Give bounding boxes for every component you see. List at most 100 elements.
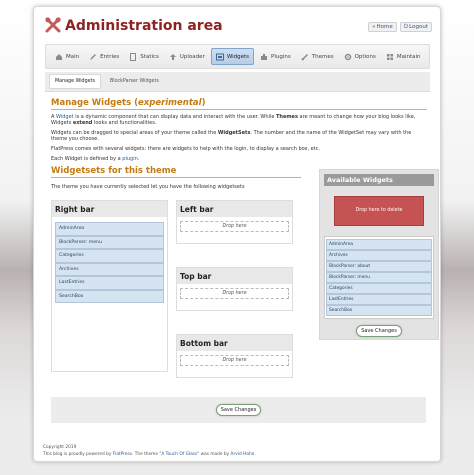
- main-content: Manage Widgets (experimental) A Widget i…: [51, 94, 439, 378]
- widget-item[interactable]: Archives: [55, 262, 164, 276]
- brush-icon: [301, 53, 308, 60]
- available-widget-item[interactable]: Categories: [326, 283, 432, 294]
- nav-options[interactable]: Options: [340, 48, 380, 65]
- p1-d: looks and functionalities.: [92, 120, 157, 126]
- nav-statics[interactable]: Statics: [125, 48, 163, 65]
- bottom-bar-title: Bottom bar: [177, 335, 292, 351]
- right-bar-widgetset: Right bar AdminArea BlockParser: menu Ca…: [51, 200, 168, 372]
- nav-uploader[interactable]: Uploader: [165, 48, 209, 65]
- p4-b: .: [137, 156, 140, 162]
- theme-link[interactable]: A Touch Of Glass: [161, 452, 197, 457]
- nav-uploader-label: Uploader: [179, 53, 205, 60]
- nav-statics-label: Statics: [140, 53, 159, 60]
- flatpress-link[interactable]: FlatPress: [113, 452, 132, 457]
- heading-end: ): [201, 98, 206, 108]
- available-save-wrap: Save Changes: [320, 325, 438, 337]
- nav-plugins[interactable]: Plugins: [256, 48, 295, 65]
- p1-bold2: extend: [72, 120, 93, 126]
- house-icon: [56, 53, 62, 60]
- left-bar-drop-zone[interactable]: Drop here: [180, 221, 289, 232]
- footer: Copyright 2019 This blog is proudly powe…: [43, 444, 256, 458]
- footer-c: " was made by: [197, 452, 231, 457]
- widget-item[interactable]: AdminArea: [55, 222, 164, 236]
- widgetsets-heading: Widgetsets for this theme: [51, 166, 301, 178]
- available-widgets-panel: Available Widgets Drop here to delete Ad…: [319, 169, 439, 340]
- nav-main-label: Main: [66, 53, 80, 60]
- p4-a: Each Widget is defined by a: [51, 156, 123, 162]
- nav-widgets[interactable]: Widgets: [210, 48, 255, 65]
- bottom-bar-drop-zone[interactable]: Drop here: [180, 355, 289, 366]
- tab-manage-widgets[interactable]: Manage Widgets: [49, 74, 101, 89]
- nav-themes-label: Themes: [311, 53, 334, 60]
- widget-item[interactable]: Categories: [55, 249, 164, 263]
- nav-themes[interactable]: Themes: [297, 48, 338, 65]
- nav-main[interactable]: Main: [51, 48, 83, 65]
- bottom-bar-widgetset: Bottom bar Drop here: [176, 334, 293, 378]
- nav-entries[interactable]: Entries: [85, 48, 123, 65]
- puzzle-icon: [261, 53, 268, 60]
- p1-bold1: Themes: [275, 114, 298, 120]
- save-changes-button[interactable]: Save Changes: [215, 404, 262, 416]
- footer-a: This blog is proudly powered by: [43, 452, 113, 457]
- nav-maintain[interactable]: Maintain: [382, 48, 425, 65]
- footer-d: .: [254, 452, 256, 457]
- nav-entries-label: Entries: [100, 53, 120, 60]
- intro-paragraph-1: A Widget is a dynamic component that can…: [51, 114, 427, 126]
- heading-em: experimental: [137, 98, 202, 108]
- copyright: Copyright 2019: [43, 445, 77, 450]
- home-arrows-icon: «: [372, 24, 376, 30]
- top-bar-drop-zone[interactable]: Drop here: [180, 288, 289, 299]
- main-nav: Main Entries Statics Uploader Widgets Pl…: [45, 44, 430, 69]
- right-bar-title: Right bar: [52, 201, 167, 217]
- footer-b: . The theme ": [132, 452, 162, 457]
- nav-plugins-label: Plugins: [271, 53, 291, 60]
- page-container: Administration area « Home ⏻ Logout Main…: [33, 6, 441, 462]
- manage-widgets-heading: Manage Widgets (experimental): [51, 98, 427, 110]
- save-changes-button-available[interactable]: Save Changes: [356, 325, 402, 337]
- power-icon: ⏻: [403, 23, 409, 30]
- top-links: « Home ⏻ Logout: [368, 22, 432, 32]
- home-label: Home: [376, 24, 393, 30]
- right-bar-list: AdminArea BlockParser: menu Categories A…: [52, 217, 167, 306]
- heading-text: Manage Widgets (: [51, 98, 138, 108]
- home-link[interactable]: « Home: [368, 22, 397, 32]
- tools-logo-icon: [45, 17, 61, 33]
- header: Administration area « Home ⏻ Logout: [34, 7, 440, 43]
- powered-by: This blog is proudly powered by FlatPres…: [43, 451, 256, 458]
- intro-paragraph-3: FlatPress comes with several widgets: th…: [51, 146, 321, 152]
- available-widgets-list: AdminArea Archives BlockParser: about Bl…: [324, 236, 434, 319]
- page-icon: [130, 52, 137, 61]
- site-title: Administration area: [65, 18, 223, 34]
- nav-widgets-label: Widgets: [226, 53, 250, 60]
- available-widget-item[interactable]: SearchBox: [326, 305, 432, 316]
- sub-nav: Manage Widgets BlockParser Widgets: [45, 72, 430, 92]
- logout-link[interactable]: ⏻ Logout: [399, 22, 432, 32]
- left-bar-title: Left bar: [177, 201, 292, 217]
- available-widgets-title: Available Widgets: [324, 174, 434, 186]
- widget-item[interactable]: SearchBox: [55, 289, 164, 303]
- author-link[interactable]: Arvid Hahn: [231, 452, 255, 457]
- left-bar-widgetset: Left bar Drop here: [176, 200, 293, 244]
- tab-blockparser-widgets[interactable]: BlockParser Widgets: [105, 75, 164, 88]
- widget-item[interactable]: LastEntries: [55, 276, 164, 290]
- available-widget-item[interactable]: BlockParser: about: [326, 261, 432, 272]
- nav-options-label: Options: [354, 53, 376, 60]
- available-widget-item[interactable]: BlockParser: menu: [326, 272, 432, 283]
- upload-icon: [169, 53, 176, 60]
- available-widget-item[interactable]: Archives: [326, 250, 432, 261]
- gear-icon: [344, 53, 351, 60]
- delete-drop-zone[interactable]: Drop here to delete: [334, 196, 424, 226]
- grid-icon: [386, 53, 393, 60]
- pencil-icon: [90, 53, 97, 60]
- widgets-icon: [215, 53, 224, 60]
- available-widget-item[interactable]: LastEntries: [326, 294, 432, 305]
- p2-bold: WidgetSets: [217, 130, 251, 136]
- available-widget-item[interactable]: AdminArea: [326, 239, 432, 250]
- save-bar: Save Changes: [51, 397, 426, 423]
- widget-item[interactable]: BlockParser: menu: [55, 235, 164, 249]
- logout-label: Logout: [409, 24, 428, 30]
- plugin-link[interactable]: plugin: [122, 156, 137, 162]
- intro-paragraph-4: Each Widget is defined by a plugin.: [51, 156, 427, 162]
- top-bar-title: Top bar: [177, 268, 292, 284]
- nav-maintain-label: Maintain: [396, 53, 421, 60]
